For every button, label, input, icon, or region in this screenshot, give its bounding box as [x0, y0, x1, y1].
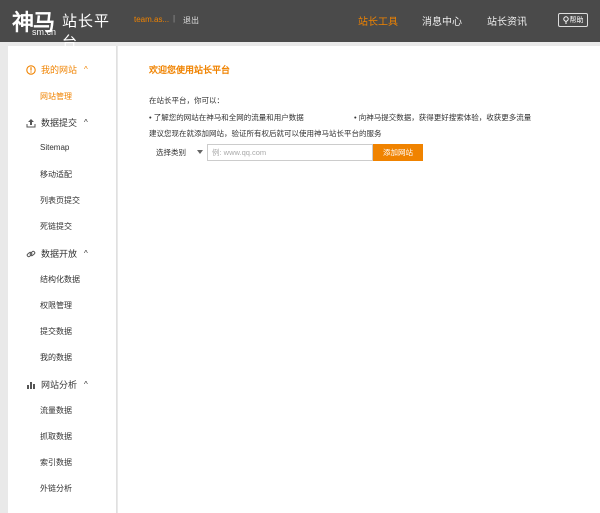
sidebar-item-index-data[interactable]: 索引数据 [40, 457, 72, 468]
category-select-value: 选择类别 [156, 148, 186, 157]
upload-icon [26, 118, 36, 128]
sidebar-section-data-open[interactable]: 数据开放 ^ [26, 247, 88, 260]
chevron-up-icon: ^ [84, 380, 88, 389]
sidebar-item-structured-data[interactable]: 结构化数据 [40, 274, 80, 285]
sidebar-section-label: 数据开放 [41, 249, 78, 259]
sidebar-item-permission-management[interactable]: 权限管理 [40, 300, 72, 311]
sidebar-item-traffic-data[interactable]: 流量数据 [40, 405, 72, 416]
category-select[interactable]: 选择类别 [149, 144, 207, 161]
top-header: 神马 sm.cn 站长平台 team.as... | 退出 站长工具 消息中心 … [0, 0, 600, 51]
info-icon [26, 64, 36, 75]
site-url-input[interactable] [207, 144, 373, 161]
chevron-up-icon: ^ [84, 249, 88, 258]
sidebar-item-list-page-submit[interactable]: 列表页提交 [40, 195, 80, 206]
sidebar-item-crawl-data[interactable]: 抓取数据 [40, 431, 72, 442]
sidebar-section-data-submit[interactable]: 数据提交 ^ [26, 116, 88, 129]
feature-bullet-submit: • 向神马提交数据，获得更好搜索体验，收获更多流量 [354, 113, 532, 122]
sidebar-item-my-data[interactable]: 我的数据 [40, 352, 72, 363]
sidebar-section-my-sites[interactable]: 我的网站 ^ [26, 63, 88, 76]
suggestion-text: 建议您现在就添加网站，验证所有权后就可以使用神马站长平台的服务 [149, 129, 382, 138]
add-site-button[interactable]: 添加网站 [373, 144, 423, 161]
sidebar-item-sitemap[interactable]: Sitemap [40, 143, 69, 152]
sidebar: 我的网站 ^ 网站管理 数据提交 ^ Sitemap 移动适配 列表页提交 死链… [8, 46, 117, 513]
main-content: 欢迎您使用站长平台 在站长平台，你可以： • 了解您的网站在神马和全网的流量和用… [118, 46, 600, 513]
sidebar-section-label: 我的网站 [41, 65, 78, 75]
help-icon [562, 16, 569, 24]
sidebar-section-label: 网站分析 [41, 380, 78, 390]
help-label: 帮助 [569, 17, 584, 24]
help-button[interactable]: 帮助 [558, 13, 588, 27]
nav-message-center[interactable]: 消息中心 [422, 13, 462, 28]
logout-link[interactable]: 退出 [183, 15, 199, 26]
header-separator: | [173, 14, 176, 23]
link-icon [26, 249, 36, 259]
sidebar-item-submit-data[interactable]: 提交数据 [40, 326, 72, 337]
bar-chart-icon [26, 380, 36, 390]
sidebar-item-site-management[interactable]: 网站管理 [40, 91, 72, 102]
caret-down-icon [197, 150, 203, 154]
user-account-link[interactable]: team.as... [134, 15, 169, 24]
welcome-heading: 欢迎您使用站长平台 [149, 65, 231, 75]
sidebar-section-site-analytics[interactable]: 网站分析 ^ [26, 378, 88, 391]
chevron-up-icon: ^ [84, 65, 88, 74]
sidebar-item-dead-link-submit[interactable]: 死链提交 [40, 221, 72, 232]
feature-bullet-traffic: • 了解您的网站在神马和全网的流量和用户数据 [149, 113, 304, 122]
sidebar-section-label: 数据提交 [41, 118, 78, 128]
sidebar-item-mobile-adapt[interactable]: 移动适配 [40, 169, 72, 180]
nav-webmaster-tools[interactable]: 站长工具 [358, 13, 398, 28]
sidebar-item-backlink-analysis[interactable]: 外链分析 [40, 483, 72, 494]
nav-webmaster-news[interactable]: 站长资讯 [487, 13, 527, 28]
chevron-up-icon: ^ [84, 118, 88, 127]
logo-sub-text: sm.cn [32, 27, 57, 37]
logo[interactable]: 神马 sm.cn 站长平台 [10, 4, 120, 51]
intro-text: 在站长平台，你可以： [149, 96, 224, 105]
